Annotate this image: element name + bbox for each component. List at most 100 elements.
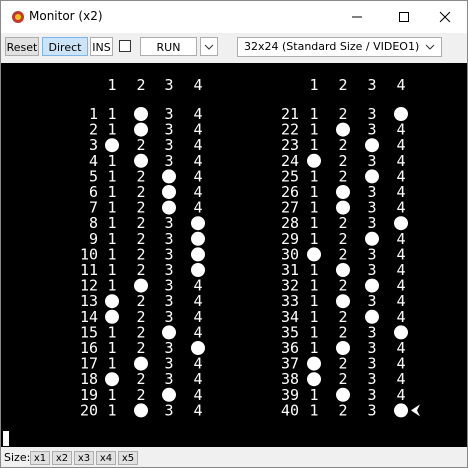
row-cell: 3	[164, 401, 173, 419]
ball-marker	[336, 294, 350, 309]
window-title: Monitor (x2)	[29, 9, 103, 23]
column-header: 2	[338, 76, 347, 94]
row-cell: 2	[338, 277, 347, 295]
ins-button[interactable]: INS	[90, 37, 113, 56]
row-cell: 1	[107, 355, 116, 373]
ball-marker	[134, 278, 148, 293]
screen-canvas: 1 12 23 34 41 1 3 42 1 3 43 2 3 44 1 3 45 1 2 46 1 2 47 1 2 48 1 2 3…	[3, 76, 420, 446]
ball-marker	[394, 107, 408, 121]
ball-marker	[307, 153, 321, 168]
ball-marker	[336, 341, 350, 355]
row-number: 40	[281, 401, 299, 419]
ball-marker	[162, 169, 176, 184]
screen-mode-select[interactable]: 32x24 (Standard Size / VIDEO1)	[237, 37, 442, 57]
ball-marker	[394, 325, 408, 340]
row-cell: 3	[367, 261, 376, 279]
ball-marker	[365, 231, 379, 246]
row-number: 20	[80, 401, 98, 419]
run-dropdown-button[interactable]	[200, 37, 218, 56]
row-cell: 2	[136, 261, 145, 279]
row-cell: 2	[338, 245, 347, 263]
row-cell: 1	[309, 136, 318, 154]
ball-marker	[191, 247, 205, 262]
ball-marker	[134, 403, 148, 418]
ball-marker	[134, 122, 148, 137]
ball-marker	[307, 372, 321, 387]
column-header: 2	[136, 76, 145, 94]
maximize-icon	[399, 12, 409, 22]
ball-marker	[191, 216, 205, 231]
ball-marker	[365, 278, 379, 293]
row-cell: 3	[367, 292, 376, 310]
row-cell: 4	[193, 199, 202, 217]
column-header: 1	[309, 76, 318, 94]
ball-marker	[105, 309, 119, 324]
ball-marker	[336, 387, 350, 402]
minimize-icon	[352, 16, 362, 18]
size-x3-button[interactable]: x3	[74, 451, 94, 465]
size-x4-button[interactable]: x4	[96, 451, 116, 465]
ball-marker	[191, 263, 205, 277]
row-cell: 4	[396, 386, 405, 404]
pointer-arrow-icon	[411, 404, 420, 417]
monitor-screen[interactable]: 1122334411342134323441345124612471248123…	[1, 63, 467, 447]
size-x1-button[interactable]: x1	[30, 451, 50, 465]
monitor-window: Monitor (x2) Reset Direct INS RUN 32x24 …	[0, 0, 468, 468]
ball-marker	[336, 200, 350, 215]
ball-marker	[134, 107, 148, 121]
ball-marker	[336, 263, 350, 277]
ball-marker	[191, 231, 205, 246]
ball-marker	[365, 138, 379, 153]
row-cell: 3	[367, 121, 376, 139]
size-label: Size:	[4, 451, 31, 464]
minimize-button[interactable]	[335, 1, 379, 33]
title-bar[interactable]: Monitor (x2)	[1, 1, 467, 33]
ball-marker	[162, 200, 176, 215]
ball-marker	[394, 216, 408, 231]
ball-marker	[134, 356, 148, 371]
row-cell: 2	[338, 401, 347, 419]
ball-marker	[336, 185, 350, 199]
row-cell: 1	[309, 401, 318, 419]
row-cell: 2	[136, 339, 145, 357]
ball-marker	[191, 341, 205, 355]
reset-button[interactable]: Reset	[5, 37, 39, 56]
row-cell: 1	[107, 401, 116, 419]
ball-marker	[365, 169, 379, 184]
column-header: 4	[396, 76, 405, 94]
row-cell: 2	[136, 386, 145, 404]
row-cell: 3	[164, 308, 173, 326]
column-header: 1	[107, 76, 116, 94]
run-button[interactable]: RUN	[140, 37, 197, 56]
ball-marker	[336, 122, 350, 137]
row-cell: 3	[367, 214, 376, 232]
row-cell: 1	[309, 339, 318, 357]
ball-marker	[105, 372, 119, 387]
row-cell: 1	[107, 277, 116, 295]
close-button[interactable]	[423, 1, 467, 33]
row-cell: 4	[193, 323, 202, 341]
row-cell: 4	[193, 401, 202, 419]
size-x5-button[interactable]: x5	[118, 451, 138, 465]
size-x2-button[interactable]: x2	[52, 451, 72, 465]
ball-marker	[307, 356, 321, 371]
row-cell: 2	[338, 167, 347, 185]
ball-marker	[394, 403, 408, 418]
ball-marker	[365, 309, 379, 324]
row-cell: 2	[338, 323, 347, 341]
screen-mode-value: 32x24 (Standard Size / VIDEO1)	[244, 40, 420, 53]
text-cursor	[3, 431, 9, 446]
maximize-button[interactable]	[382, 1, 426, 33]
toolbar: Reset Direct INS RUN 32x24 (Standard Siz…	[1, 33, 467, 63]
chevron-down-icon	[204, 44, 214, 50]
column-header: 3	[164, 76, 173, 94]
ball-marker	[134, 153, 148, 168]
ball-marker	[162, 325, 176, 340]
direct-button[interactable]: Direct	[42, 37, 88, 56]
option-checkbox[interactable]	[119, 40, 131, 52]
close-icon	[439, 11, 451, 23]
row-cell: 2	[338, 370, 347, 388]
row-cell: 1	[309, 230, 318, 248]
chevron-down-icon	[425, 44, 435, 50]
row-cell: 3	[367, 401, 376, 419]
